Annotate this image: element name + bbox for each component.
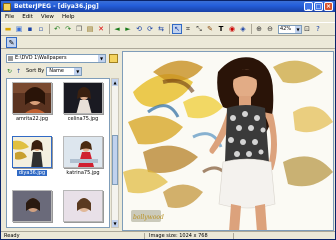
fit-to-window-icon[interactable]: ⊡ <box>302 24 312 34</box>
thumbnail-image <box>63 190 103 222</box>
minimize-button[interactable]: _ <box>304 2 313 11</box>
sharpen-icon[interactable]: ◈ <box>238 24 248 34</box>
scroll-down-icon[interactable]: ▼ <box>112 220 118 227</box>
thumbnail-item[interactable]: amrita22.jpg <box>10 82 54 124</box>
status-bar: Ready Image size: 1024 x 768 <box>1 231 335 239</box>
drive-icon <box>8 56 13 61</box>
scroll-thumb[interactable] <box>112 135 118 185</box>
flip-icon[interactable]: ⇆ <box>156 24 166 34</box>
thumbnail-image <box>12 190 52 222</box>
menu-file[interactable]: File <box>1 14 18 20</box>
thumbnail-image <box>12 82 52 114</box>
watermark-text: bollywood <box>133 214 164 221</box>
menu-view[interactable]: View <box>37 14 58 20</box>
previous-image-icon[interactable]: ◄ <box>112 24 122 34</box>
app-window: BetterJPEG - [diya36.jpg] _ □ × File Edi… <box>0 0 336 240</box>
thumbnail-image <box>63 82 103 114</box>
thumbnail-image <box>12 136 52 168</box>
browse-folder-icon[interactable] <box>109 54 118 63</box>
chevron-down-icon[interactable]: ▼ <box>74 67 82 75</box>
zoom-select[interactable]: 42% ▼ <box>278 24 302 34</box>
refresh-icon[interactable]: ↻ <box>6 68 13 75</box>
file-browser-panel: E:\DVD 1\Wallpapers ▼ ↻ ↑ Sort By Name ▼ <box>4 51 119 231</box>
thumbnail-item[interactable]: katrina75.jpg <box>61 136 105 178</box>
close-button[interactable]: × <box>324 2 333 11</box>
thumbnail-item[interactable]: celina75.jpg <box>61 82 105 124</box>
menu-help[interactable]: Help <box>58 14 79 20</box>
select-tool-icon[interactable]: ↖ <box>172 24 182 34</box>
redo-icon[interactable]: ↷ <box>63 24 73 34</box>
image-size-text: Image size: 1024 x 768 <box>149 233 208 239</box>
status-text: Ready <box>4 233 20 239</box>
save-as-icon[interactable]: ▫ <box>36 24 46 34</box>
menu-edit[interactable]: Edit <box>18 14 37 20</box>
app-icon <box>3 2 11 11</box>
thumbnail-scrollbar[interactable]: ▲ ▼ <box>111 78 119 228</box>
thumbnail-list: amrita22.jpg celina75.jpg diya36.jpg kat… <box>6 78 110 228</box>
maximize-button[interactable]: □ <box>314 2 323 11</box>
up-folder-icon[interactable]: ↑ <box>15 68 22 75</box>
edit-mode-icon[interactable]: ✎ <box>6 37 17 48</box>
resize-icon[interactable]: ⤡ <box>194 24 204 34</box>
open-file-icon[interactable]: ▣ <box>14 24 24 34</box>
delete-icon[interactable]: ✕ <box>96 24 106 34</box>
open-folder-icon[interactable]: ▬ <box>3 24 13 34</box>
thumbnail-image <box>63 136 103 168</box>
window-title: BetterJPEG - [diya36.jpg] <box>14 3 99 10</box>
paste-icon[interactable]: ▤ <box>85 24 95 34</box>
zoom-in-icon[interactable]: ⊕ <box>254 24 264 34</box>
text-tool-icon[interactable]: T <box>216 24 226 34</box>
chevron-down-icon[interactable]: ▼ <box>98 55 105 62</box>
main-toolbar: ▬ ▣ ▪ ▫ ↶ ↷ ❐ ▤ ✕ ◄ ► ⟲ ⟳ ⇆ ↖ ⌗ ⤡ ✎ T ◉ … <box>1 22 335 36</box>
save-icon[interactable]: ▪ <box>25 24 35 34</box>
rotate-right-icon[interactable]: ⟳ <box>145 24 155 34</box>
folder-path-select[interactable]: E:\DVD 1\Wallpapers ▼ <box>6 54 106 63</box>
menu-bar: File Edit View Help <box>1 12 335 22</box>
sort-bar: ↻ ↑ Sort By Name ▼ <box>6 66 118 76</box>
main-image: bollywood <box>123 52 333 230</box>
rotate-left-icon[interactable]: ⟲ <box>134 24 144 34</box>
brush-icon[interactable]: ✎ <box>205 24 215 34</box>
title-bar[interactable]: BetterJPEG - [diya36.jpg] _ □ × <box>1 1 335 12</box>
chevron-down-icon[interactable]: ▼ <box>295 25 301 33</box>
crop-icon[interactable]: ⌗ <box>183 24 193 34</box>
scroll-up-icon[interactable]: ▲ <box>112 79 118 86</box>
thumbnail-item[interactable]: diya36.jpg <box>10 136 54 178</box>
undo-icon[interactable]: ↶ <box>52 24 62 34</box>
copy-icon[interactable]: ❐ <box>74 24 84 34</box>
sort-select[interactable]: Name ▼ <box>46 66 83 76</box>
help-icon[interactable]: ? <box>313 24 323 34</box>
red-eye-icon[interactable]: ◉ <box>227 24 237 34</box>
sort-label: Sort By <box>26 68 45 74</box>
next-image-icon[interactable]: ► <box>123 24 133 34</box>
secondary-toolbar: ✎ <box>1 36 335 49</box>
thumbnail-item[interactable] <box>10 190 54 227</box>
zoom-out-icon[interactable]: ⊖ <box>265 24 275 34</box>
image-viewer[interactable]: bollywood <box>122 51 334 231</box>
thumbnail-item[interactable] <box>61 190 105 227</box>
